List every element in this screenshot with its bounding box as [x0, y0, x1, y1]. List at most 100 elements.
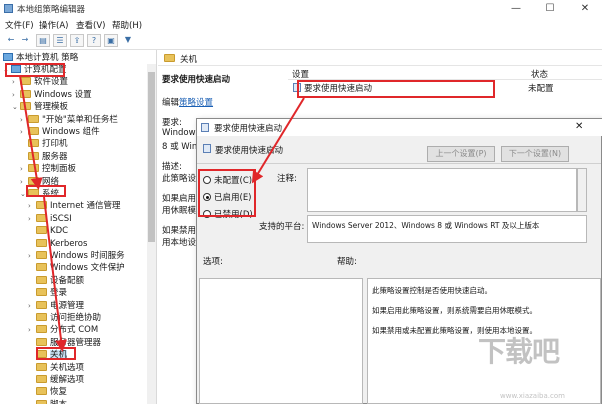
tree-item[interactable]: › iSCSI	[28, 213, 72, 225]
comment-textarea[interactable]	[307, 168, 577, 212]
comment-scrollbar[interactable]	[577, 168, 587, 212]
folder-icon	[36, 387, 47, 396]
highlight-radio-group	[198, 169, 256, 217]
tree-item[interactable]: KDC	[28, 225, 68, 237]
dialog-separator	[197, 163, 601, 164]
platform-value: Windows Server 2012、Windows 8 或 Windows …	[312, 221, 540, 230]
right-pane-header: 关机	[158, 50, 602, 66]
tree-item[interactable]: 设备配额	[28, 275, 84, 287]
tree-item[interactable]: 登录	[28, 287, 67, 299]
folder-icon	[36, 300, 47, 309]
minimize-button[interactable]: —	[499, 0, 533, 17]
edit-prefix: 编辑	[162, 98, 180, 108]
folder-icon	[36, 337, 47, 346]
list-icon[interactable]: ☰	[53, 34, 67, 47]
collapse-arrow-icon[interactable]: ›	[28, 324, 36, 336]
policy-title: 要求使用快速启动	[162, 75, 231, 85]
folder-icon	[28, 176, 39, 185]
tree-item[interactable]: 缓解选项	[28, 374, 84, 386]
tree-item[interactable]: 访问拒绝协助	[28, 312, 101, 324]
tree-item[interactable]: › Windows 时间服务	[28, 250, 125, 262]
tree-item[interactable]: 服务器	[20, 151, 68, 163]
collapse-arrow-icon[interactable]: ›	[28, 200, 36, 212]
tree-item[interactable]: › 软件设置	[12, 76, 68, 88]
collapse-arrow-icon[interactable]: ›	[28, 213, 36, 225]
tree-item-label: 软件设置	[34, 77, 69, 88]
tree-item[interactable]: › "开始"菜单和任务栏	[20, 114, 118, 126]
platform-box: Windows Server 2012、Windows 8 或 Windows …	[307, 215, 587, 243]
tree-item[interactable]: 恢复	[28, 386, 67, 398]
properties-icon[interactable]: ▣	[104, 34, 118, 47]
tree-item[interactable]: › 电源管理	[28, 300, 84, 312]
folder-icon	[36, 362, 47, 371]
dialog-heading-icon	[203, 144, 211, 153]
folder-icon	[36, 375, 47, 383]
menu-action[interactable]: 操作(A)	[39, 19, 68, 31]
export-icon[interactable]: ⇪	[70, 34, 84, 47]
tree-item[interactable]: › 分布式 COM	[28, 324, 98, 336]
tree-item[interactable]: Windows 文件保护	[28, 262, 125, 274]
tree-item[interactable]: 打印机	[20, 138, 68, 150]
highlight-setting-row	[297, 80, 495, 98]
folder-icon	[164, 54, 175, 62]
options-label: 选项:	[203, 257, 223, 267]
folder-icon	[20, 102, 31, 111]
watermark-url: www.xiazaiba.com	[500, 392, 565, 400]
tree-item-label: 控制面板	[42, 164, 77, 175]
collapse-arrow-icon[interactable]: ›	[28, 300, 36, 312]
tree-item-label: "开始"菜单和任务栏	[42, 114, 118, 125]
tree-item[interactable]: Kerberos	[28, 238, 87, 250]
maximize-button[interactable]: ☐	[533, 0, 567, 17]
tree-item-label: Windows 时间服务	[50, 251, 125, 261]
options-panel	[199, 278, 363, 404]
collapse-arrow-icon[interactable]: ›	[20, 126, 28, 138]
menu-file[interactable]: 文件(F)	[5, 19, 34, 31]
app-icon	[4, 4, 13, 13]
folder-icon	[36, 238, 47, 247]
tree-item[interactable]: 关机选项	[28, 362, 84, 374]
collapse-arrow-icon[interactable]: ›	[12, 76, 20, 88]
edit-policy-link[interactable]: 策略设置	[179, 98, 213, 108]
tree-item-label: iSCSI	[50, 213, 72, 224]
tree-item[interactable]: › 控制面板	[20, 163, 76, 175]
filter-icon[interactable]: ▼	[121, 34, 135, 47]
menu-help[interactable]: 帮助(H)	[112, 19, 142, 31]
collapse-arrow-icon[interactable]: ›	[20, 163, 28, 175]
tree-item-label: 缓解选项	[50, 375, 85, 385]
dialog-close-button[interactable]: ✕	[575, 121, 583, 132]
close-button[interactable]: ✕	[568, 0, 602, 17]
tree-item-label: 脚本	[50, 400, 67, 404]
right-scrollbar[interactable]	[147, 64, 156, 404]
collapse-arrow-icon[interactable]: ›	[28, 250, 36, 262]
folder-icon	[36, 226, 47, 235]
folder-icon	[20, 77, 31, 86]
folder-icon	[28, 151, 39, 160]
column-state[interactable]: 状态	[531, 68, 548, 80]
current-folder: 关机	[180, 55, 198, 65]
scroll-thumb[interactable]	[148, 72, 155, 242]
show-hide-tree-icon[interactable]: ▤	[36, 34, 50, 47]
tree-item[interactable]: 脚本	[28, 399, 67, 404]
policy-tree: 本地计算机 策略 ⌄ 计算机配置 › 软件设置 › Windows 设置 ⌄ 管理模板 › "开始…	[0, 50, 157, 404]
expand-arrow-icon[interactable]: ⌄	[12, 101, 20, 113]
dialog-icon	[201, 123, 209, 132]
tree-item-label: Windows 设置	[34, 89, 92, 100]
next-setting-button[interactable]: 下一个设置(N)	[501, 146, 569, 162]
prev-setting-button[interactable]: 上一个设置(P)	[427, 146, 495, 162]
back-icon[interactable]: ←	[4, 34, 18, 47]
tree-item[interactable]: › Windows 设置	[12, 89, 92, 101]
highlight-computer-config	[5, 63, 65, 77]
help-icon[interactable]: ?	[87, 34, 101, 47]
tree-item-label: 关机选项	[50, 362, 85, 373]
forward-icon[interactable]: →	[18, 34, 32, 47]
menu-view[interactable]: 查看(V)	[76, 19, 105, 31]
tree-item[interactable]: › Windows 组件	[20, 126, 100, 138]
window-title: 本地组策略编辑器	[17, 5, 86, 15]
requirements-line: Windows	[162, 128, 200, 138]
tree-item[interactable]: ⌄ 管理模板	[12, 101, 68, 113]
tree-item[interactable]: › Internet 通信管理	[28, 200, 120, 212]
column-setting[interactable]: 设置	[292, 68, 309, 80]
collapse-arrow-icon[interactable]: ›	[12, 89, 20, 101]
folder-icon	[36, 251, 47, 259]
collapse-arrow-icon[interactable]: ›	[20, 114, 28, 126]
